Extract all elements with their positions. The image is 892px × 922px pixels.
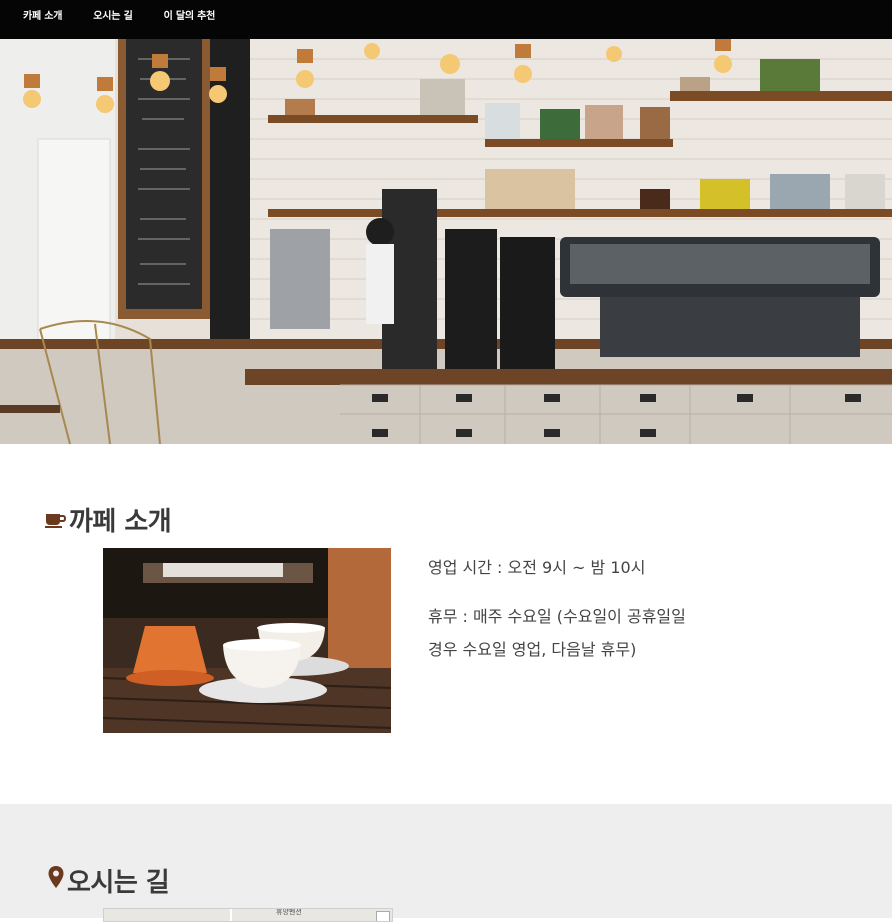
nav-link-monthly-pick[interactable]: 이 달의 추천 bbox=[148, 0, 231, 36]
cafe-info-text: 영업 시간 : 오전 9시 ~ 밤 10시 휴무 : 매주 수요일 (수요일이 … bbox=[428, 555, 686, 670]
coffee-cup-icon bbox=[45, 505, 67, 535]
map-place-label: 휴양펜션 bbox=[276, 908, 302, 916]
map-zoom-control[interactable] bbox=[376, 911, 390, 921]
map-road bbox=[230, 909, 232, 921]
map-pin-icon bbox=[47, 865, 65, 896]
location-map[interactable]: 휴양펜션 bbox=[103, 908, 393, 922]
hero-cafe-interior-image bbox=[0, 39, 892, 444]
nav-link-directions[interactable]: 오시는 길 bbox=[77, 0, 147, 36]
top-navigation: 카페 소개 오시는 길 이 달의 추천 bbox=[0, 0, 892, 39]
cafe-intro-heading: 까페 소개 bbox=[45, 501, 172, 538]
nav-link-cafe-intro[interactable]: 카페 소개 bbox=[0, 0, 77, 36]
business-hours-text: 영업 시간 : 오전 9시 ~ 밤 10시 bbox=[428, 558, 646, 577]
coffee-cups-photo bbox=[103, 548, 391, 733]
directions-title: 오시는 길 bbox=[67, 868, 170, 898]
directions-section-background bbox=[0, 804, 892, 918]
cafe-intro-title: 까페 소개 bbox=[69, 507, 172, 537]
directions-heading: 오시는 길 bbox=[47, 862, 170, 899]
